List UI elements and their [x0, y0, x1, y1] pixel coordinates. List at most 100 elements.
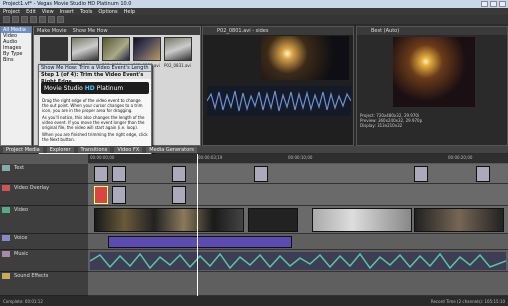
text-clip[interactable] — [172, 166, 186, 182]
track-name: Music — [14, 251, 29, 257]
undo-icon[interactable] — [30, 16, 37, 23]
media-thumb[interactable] — [102, 37, 130, 61]
playhead[interactable] — [197, 154, 198, 296]
text-clip[interactable] — [476, 166, 490, 182]
preview-info-line: Display: 313x210x32 — [360, 123, 403, 128]
timeline: 00:00:00;00 00:00:03;19 00:00:10;00 00:0… — [0, 154, 508, 296]
media-label: P02_0831.avi — [164, 63, 191, 68]
new-icon[interactable] — [3, 16, 10, 23]
video-clip[interactable] — [312, 208, 412, 232]
trimmer-title: P02_0801.avi - sides — [203, 27, 353, 35]
menu-insert[interactable]: Insert — [60, 9, 74, 15]
track-lane-overlay — [88, 184, 508, 206]
track-header-sfx[interactable]: Sound Effects — [0, 272, 88, 296]
track-color — [2, 207, 10, 213]
title-bar: Project1.vf* - Vegas Movie Studio HD Pla… — [0, 0, 508, 8]
track-lane-sfx — [88, 272, 508, 296]
text-clip[interactable] — [254, 166, 268, 182]
overlay-clip[interactable] — [172, 186, 186, 204]
menu-project[interactable]: Project — [3, 9, 20, 15]
track-header-text[interactable]: Text — [0, 164, 88, 184]
dialog-text: As you'll notice, this also changes the … — [42, 115, 145, 130]
dialog-step: Step 1 (of 4): Trim the Video Event's Ri… — [39, 72, 151, 85]
menu-help[interactable]: Help — [124, 9, 135, 15]
media-toolbar: Make Movie Show Me How — [34, 27, 200, 35]
track-name: Text — [14, 165, 25, 171]
track-header-video[interactable]: Video — [0, 206, 88, 234]
snap-icon[interactable] — [48, 16, 55, 23]
product-logo: Movie Studio HD Platinum — [41, 82, 149, 94]
track-header-music[interactable]: Music — [0, 250, 88, 272]
track-name: Video Overlay — [14, 185, 50, 191]
media-thumbnails — [34, 35, 200, 63]
dialog-title: Show Me How: Trim a Video Event's Length — [39, 65, 151, 72]
track-color — [2, 165, 10, 171]
track-name: Voice — [14, 235, 28, 241]
track-color — [2, 251, 10, 257]
media-thumb[interactable] — [133, 37, 161, 61]
video-clip[interactable] — [414, 208, 504, 232]
overlay-clip[interactable] — [112, 186, 126, 204]
dialog-text: When you are finished trimming the right… — [42, 132, 148, 142]
window-tabs: Project Media Explorer Transitions Video… — [0, 146, 508, 153]
voice-clip[interactable] — [108, 236, 292, 248]
text-clip[interactable] — [112, 166, 126, 182]
logo-suffix: Platinum — [96, 84, 124, 92]
track-color — [2, 235, 10, 241]
track-header-overlay[interactable]: Video Overlay — [0, 184, 88, 206]
menu-tools[interactable]: Tools — [80, 9, 92, 15]
redo-icon[interactable] — [39, 16, 46, 23]
make-movie-button[interactable]: Make Movie — [37, 28, 67, 34]
music-waveform[interactable] — [90, 252, 506, 270]
ruler-end: 00:00:20;00 — [448, 155, 473, 160]
preview-info: Project: 720x480x32, 29.970i Preview: 36… — [360, 113, 422, 128]
track-header-voice[interactable]: Voice — [0, 234, 88, 250]
media-tree: All Media Video Audio Images By Type Bin… — [0, 26, 32, 146]
track-color — [2, 185, 10, 191]
text-clip[interactable] — [94, 166, 108, 182]
overlay-clip-selected[interactable] — [94, 186, 108, 204]
preview-frame — [393, 37, 475, 107]
tree-item[interactable]: Bins — [1, 57, 31, 63]
media-thumb[interactable] — [71, 37, 99, 61]
trimmer-frame[interactable] — [261, 36, 349, 80]
save-icon[interactable] — [21, 16, 28, 23]
logo-prefix: Movie Studio — [44, 84, 83, 92]
timeline-ruler[interactable]: 00:00:00;00 00:00:03;19 00:00:10;00 00:0… — [88, 154, 508, 163]
track-name: Sound Effects — [14, 273, 49, 279]
trimmer-waveform[interactable] — [207, 86, 351, 116]
track-color — [2, 273, 10, 279]
logo-hd: HD — [84, 84, 95, 92]
window-controls — [481, 1, 506, 7]
menu-view[interactable]: View — [42, 9, 54, 15]
tab-project-media[interactable]: Project Media — [3, 146, 43, 153]
video-clip[interactable] — [94, 208, 244, 232]
media-thumb[interactable] — [40, 37, 68, 61]
media-thumb[interactable] — [164, 37, 192, 61]
close-icon[interactable] — [499, 1, 506, 7]
track-lane-text — [88, 164, 508, 184]
status-bar: Complete: 00:01:12 Record Time (2 channe… — [0, 296, 508, 306]
minimize-icon[interactable] — [481, 1, 488, 7]
open-icon[interactable] — [12, 16, 19, 23]
tab-transitions[interactable]: Transitions — [77, 146, 111, 153]
tab-video-fx[interactable]: Video FX — [114, 146, 143, 153]
cut-icon[interactable] — [57, 16, 64, 23]
menu-edit[interactable]: Edit — [26, 9, 36, 15]
ruler-mid: 00:00:10;00 — [288, 155, 313, 160]
menu-bar: Project Edit View Insert Tools Options H… — [0, 8, 508, 15]
show-me-how-button[interactable]: Show Me How — [73, 28, 108, 34]
tab-media-generators[interactable]: Media Generators — [146, 146, 197, 153]
status-right: Record Time (2 channels): 105:15:10 — [430, 298, 505, 304]
text-clip[interactable] — [414, 166, 428, 182]
track-name: Video — [14, 207, 29, 213]
preview-quality[interactable]: Best (Auto) — [357, 27, 507, 35]
maximize-icon[interactable] — [490, 1, 497, 7]
video-clip[interactable] — [248, 208, 298, 232]
tab-explorer[interactable]: Explorer — [46, 146, 74, 153]
menu-options[interactable]: Options — [98, 9, 117, 15]
trimmer-panel: P02_0801.avi - sides — [202, 26, 354, 146]
video-preview-panel: Best (Auto) Project: 720x480x32, 29.970i… — [356, 26, 508, 146]
ruler-time: 00:00:03;19 — [198, 155, 223, 160]
main-toolbar — [0, 15, 508, 24]
